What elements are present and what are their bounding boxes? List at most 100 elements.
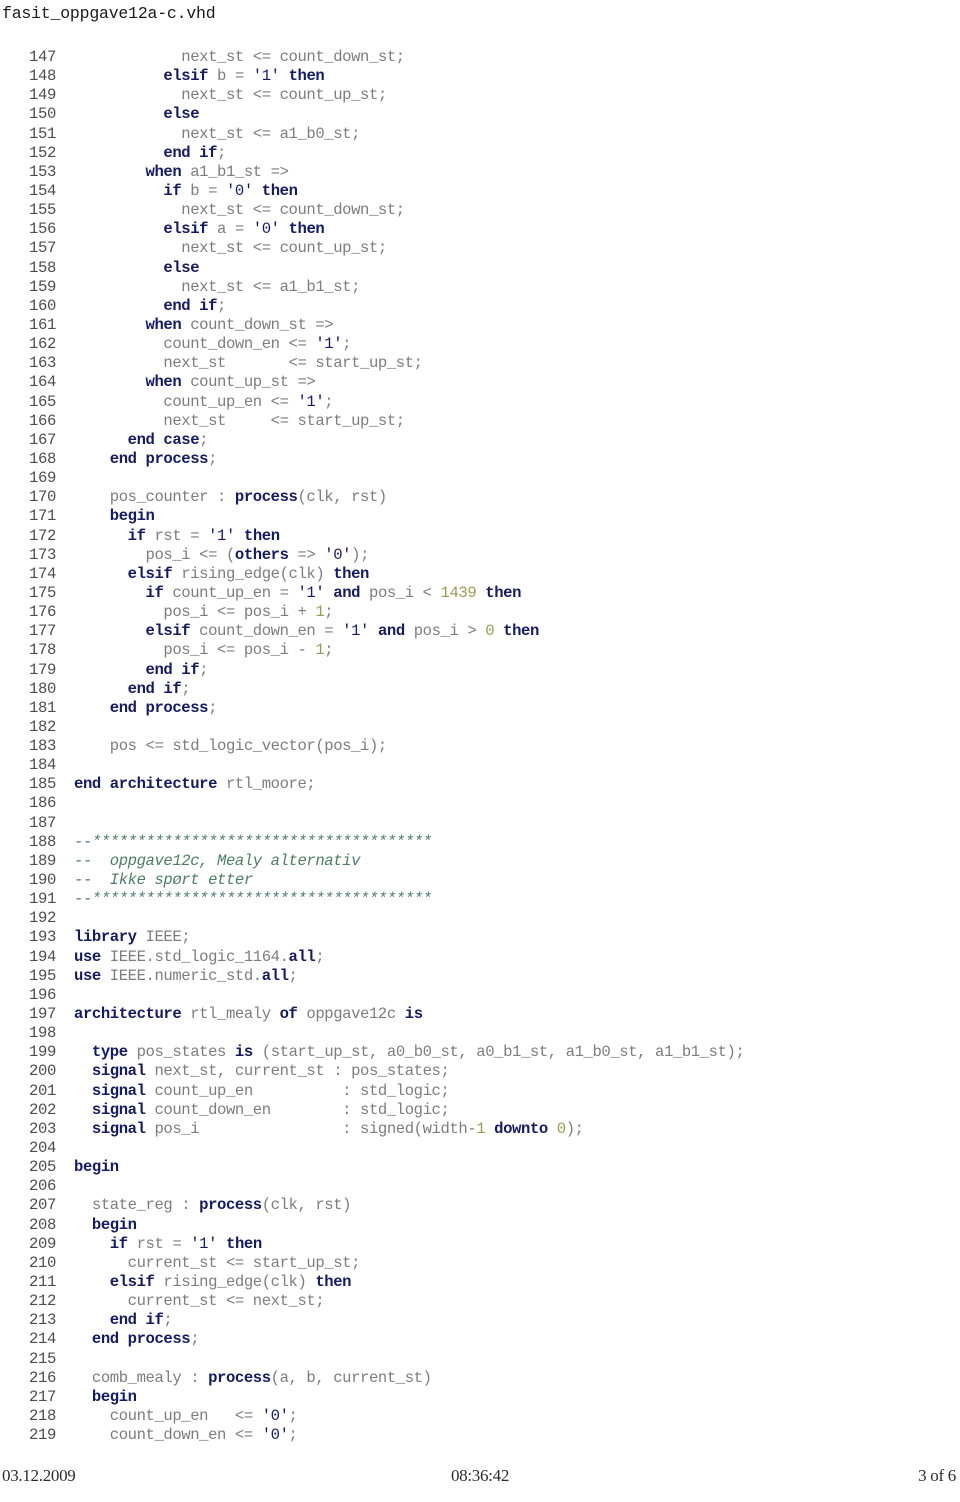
code-line: 204 bbox=[0, 1139, 960, 1158]
line-number: 184 bbox=[28, 756, 56, 775]
code-line: 177 elsif count_down_en = '1' and pos_i … bbox=[0, 622, 960, 641]
token-kw: else bbox=[163, 105, 200, 124]
code-text: next_st <= count_down_st; bbox=[56, 48, 405, 67]
token-kw: downto bbox=[494, 1119, 548, 1138]
token-kw: end case bbox=[127, 430, 200, 449]
footer-time: 08:36:42 bbox=[450, 1466, 510, 1485]
token-plain: rst = bbox=[127, 1234, 191, 1253]
code-line: 183 pos <= std_logic_vector(pos_i); bbox=[0, 737, 960, 756]
token-plain: pos_states bbox=[127, 1043, 235, 1062]
token-kw: is bbox=[404, 1005, 423, 1024]
token-plain: => bbox=[288, 545, 325, 564]
line-number: 159 bbox=[28, 277, 56, 296]
token-kw: elsif bbox=[127, 564, 173, 583]
code-text: signal count_up_en : std_logic; bbox=[56, 1082, 450, 1101]
line-number: 164 bbox=[28, 373, 56, 392]
line-number: 175 bbox=[28, 583, 56, 602]
line-number: 172 bbox=[28, 526, 56, 545]
token-kw: end if bbox=[163, 296, 218, 315]
token-kw: if bbox=[145, 583, 164, 602]
line-number: 205 bbox=[28, 1158, 56, 1177]
line-number: 160 bbox=[28, 296, 56, 315]
code-text: end process; bbox=[56, 699, 218, 718]
token-kw: elsif bbox=[109, 1273, 155, 1291]
line-number: 147 bbox=[28, 48, 56, 66]
token-plain: next_st <= a1_b0_st; bbox=[74, 124, 361, 143]
code-text: end if; bbox=[56, 679, 191, 699]
code-line: 218 count_up_en <= '0'; bbox=[0, 1407, 960, 1426]
token-plain: IEEE.std_logic_1164. bbox=[100, 947, 289, 966]
code-line: 214 end process; bbox=[0, 1330, 960, 1349]
token-plain: ; bbox=[217, 296, 226, 315]
line-number: 190 bbox=[28, 871, 56, 890]
code-text: use IEEE.numeric_std.all; bbox=[56, 967, 298, 986]
line-number: 178 bbox=[28, 641, 56, 660]
line-number: 163 bbox=[28, 354, 56, 373]
token-plain: ; bbox=[190, 1330, 200, 1349]
code-line: 155 next_st <= count_down_st; bbox=[0, 201, 960, 220]
token-plain: pos_i <= pos_i - bbox=[74, 641, 316, 660]
code-text: end process; bbox=[56, 450, 218, 469]
code-line: 167 end case; bbox=[0, 431, 960, 450]
token-plain: ; bbox=[315, 947, 325, 966]
code-text: when a1_b1_st => bbox=[56, 163, 289, 182]
line-number: 181 bbox=[28, 698, 56, 717]
token-kw: is bbox=[234, 1043, 253, 1062]
page-title: fasit_oppgave12a-c.vhd bbox=[2, 4, 216, 23]
token-kw: when bbox=[145, 162, 182, 181]
token-kw: if bbox=[163, 181, 182, 200]
code-line: 192 bbox=[0, 909, 960, 928]
code-text: end if; bbox=[56, 660, 209, 680]
line-number: 207 bbox=[28, 1196, 56, 1215]
line-number: 187 bbox=[28, 813, 56, 832]
token-kw: architecture bbox=[74, 1005, 182, 1024]
line-number: 198 bbox=[28, 1024, 56, 1043]
code-line: 200 signal next_st, current_st : pos_sta… bbox=[0, 1062, 960, 1081]
token-plain: ; bbox=[342, 335, 352, 354]
code-text: next_st <= start_up_st; bbox=[56, 354, 423, 373]
code-text: if b = '0' then bbox=[56, 182, 298, 201]
code-line: 168 end process; bbox=[0, 450, 960, 469]
token-kw: end if bbox=[109, 1311, 164, 1330]
token-plain: ; bbox=[163, 1311, 173, 1330]
line-number: 173 bbox=[28, 545, 56, 564]
token-plain: rising_edge(clk) bbox=[172, 564, 334, 583]
token-kw: end if bbox=[127, 679, 182, 698]
code-text: if rst = '1' then bbox=[56, 527, 280, 546]
token-kw: end if bbox=[145, 660, 200, 679]
code-line: 184 bbox=[0, 756, 960, 775]
token-plain: pos_i <= pos_i + bbox=[74, 603, 316, 622]
line-number: 156 bbox=[28, 220, 56, 239]
token-plain: ; bbox=[324, 641, 334, 660]
token-kw: then bbox=[243, 526, 280, 545]
token-num: 1439 bbox=[440, 583, 477, 602]
token-str: '0' bbox=[225, 181, 253, 200]
line-number: 155 bbox=[28, 201, 56, 220]
code-line: 176 pos_i <= pos_i + 1; bbox=[0, 603, 960, 622]
token-plain: pos_i < bbox=[360, 583, 441, 602]
line-number: 185 bbox=[28, 775, 56, 794]
code-text: count_up_en <= '1'; bbox=[56, 393, 333, 412]
token-kw: all bbox=[288, 947, 316, 966]
token-plain: rst = bbox=[145, 526, 209, 545]
token-plain: count_up_en <= bbox=[74, 392, 298, 411]
token-str: '0' bbox=[252, 220, 280, 239]
token-kw: type bbox=[91, 1043, 128, 1062]
token-kw: signal bbox=[91, 1100, 146, 1119]
token-kw: if bbox=[109, 1234, 128, 1253]
code-text: count_down_en <= '0'; bbox=[56, 1426, 298, 1445]
code-text: pos_i <= pos_i - 1; bbox=[56, 641, 333, 660]
code-line: 187 bbox=[0, 814, 960, 833]
token-str: '1' bbox=[190, 1234, 218, 1253]
